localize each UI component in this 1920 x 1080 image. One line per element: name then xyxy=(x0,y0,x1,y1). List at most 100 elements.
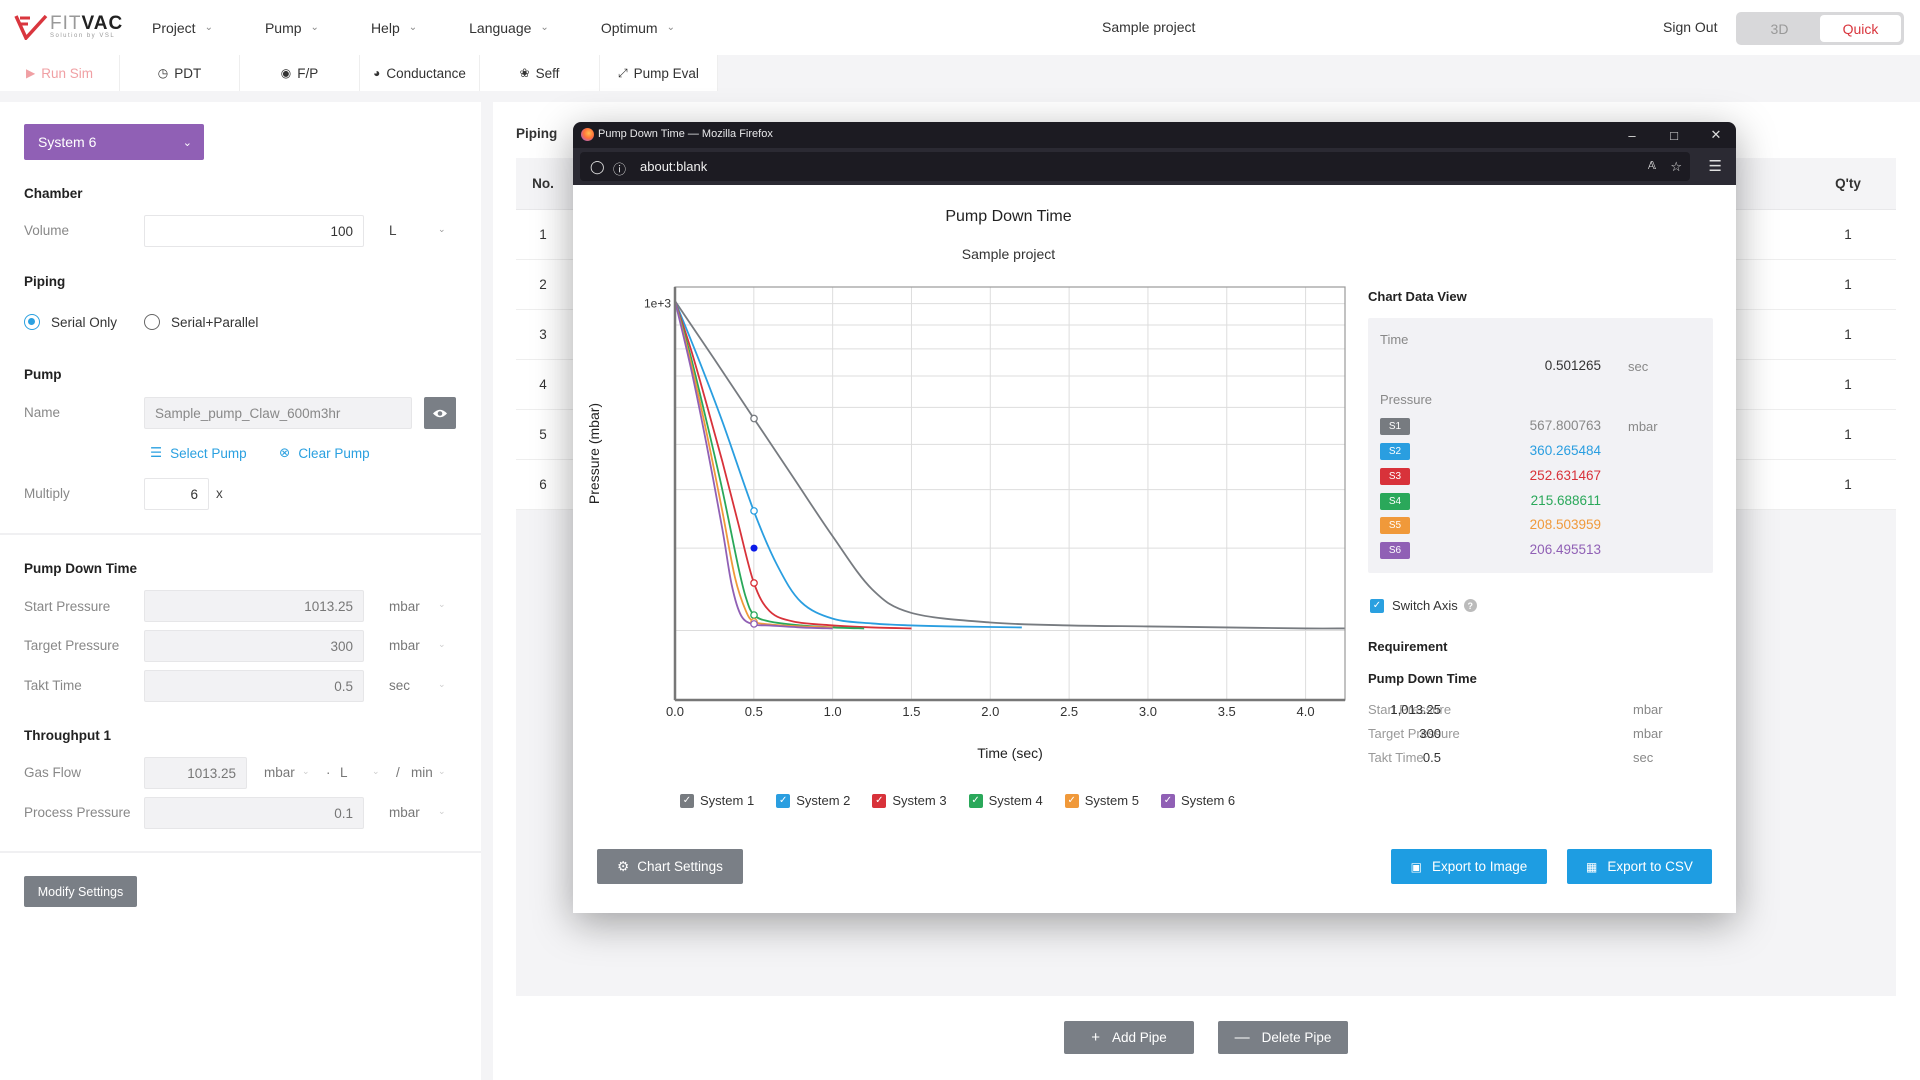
minus-icon: — xyxy=(1234,1029,1250,1046)
takt-time-unit[interactable]: sec xyxy=(389,678,410,693)
target-pressure-unit[interactable]: mbar xyxy=(389,638,420,653)
chevron-down-icon: ⌄ xyxy=(666,22,675,33)
legend-system-1[interactable]: ✓ System 1 xyxy=(680,793,754,808)
delete-pipe-button[interactable]: — Delete Pipe xyxy=(1218,1021,1348,1054)
legend-system-3[interactable]: ✓ System 3 xyxy=(872,793,947,808)
gas-flow-unit-time[interactable]: min xyxy=(411,765,433,780)
nav-pump[interactable]: Pump ⌄ xyxy=(265,20,319,36)
chevron-down-icon: ⌄ xyxy=(302,766,310,776)
pressure-value-s1: 567.800763 xyxy=(1529,418,1601,433)
legend-system-2[interactable]: ✓ System 2 xyxy=(776,793,850,808)
req-takt-time-unit: sec xyxy=(1633,750,1654,765)
x-tick-label: 4.0 xyxy=(1297,704,1315,719)
url-field[interactable]: ◯ ⓘ about:blank 𝔸 ☆ xyxy=(580,152,1690,181)
req-target-pressure-label: Target Pressure xyxy=(1368,726,1460,741)
volume-unit-select[interactable]: L xyxy=(389,223,397,238)
gas-flow-input[interactable]: 1013.25 xyxy=(144,757,247,789)
chart-settings-button[interactable]: ⚙ Chart Settings xyxy=(597,849,743,884)
process-pressure-input[interactable]: 0.1 xyxy=(144,797,364,829)
cursor-marker-s3 xyxy=(750,579,758,587)
fp-button[interactable]: ◉ F/P xyxy=(240,55,360,91)
switch-axis-checkbox[interactable]: ✓ Switch Axis ? xyxy=(1370,598,1477,613)
clear-pump-link[interactable]: ⊗ Clear Pump xyxy=(279,445,370,461)
modify-settings-button[interactable]: Modify Settings xyxy=(24,876,137,907)
project-title: Sample project xyxy=(1102,19,1196,35)
conductance-icon: ◕ xyxy=(373,66,381,80)
help-icon[interactable]: ? xyxy=(1463,599,1477,612)
nav-project[interactable]: Project ⌄ xyxy=(152,20,213,36)
series-badge-s3: S3 xyxy=(1380,468,1410,485)
mode-3d-button[interactable]: 3D xyxy=(1739,15,1820,42)
info-icon[interactable]: ⓘ xyxy=(613,159,626,178)
gas-flow-unit-volume[interactable]: L xyxy=(340,765,348,780)
nav-optimum[interactable]: Optimum ⌄ xyxy=(601,20,675,36)
window-titlebar[interactable]: Pump Down Time — Mozilla Firefox – □ ✕ xyxy=(573,122,1736,148)
pump-down-chart[interactable]: 0.0 0.5 1.0 1.5 2.0 2.5 3.0 3.5 4.0 1e+3 Time (se… xyxy=(573,185,1363,795)
pump-eval-button[interactable]: ⤢ Pump Eval xyxy=(600,55,718,91)
system-select[interactable]: System 6 ⌄ xyxy=(24,124,204,160)
pressure-value-s3: 252.631467 xyxy=(1529,468,1601,483)
add-pipe-button[interactable]: + Add Pipe xyxy=(1064,1021,1194,1054)
hamburger-menu-icon[interactable]: ☰ xyxy=(1709,157,1722,175)
list-icon: ☰ xyxy=(150,445,163,460)
y-axis-label: Pressure (mbar) xyxy=(586,403,602,504)
eye-icon xyxy=(433,409,447,417)
translate-icon[interactable]: 𝔸 xyxy=(1648,159,1656,172)
column-header-qty[interactable]: Q'ty xyxy=(1800,158,1896,209)
column-header-no[interactable]: No. xyxy=(516,158,570,209)
pump-name-field[interactable]: Sample_pump_Claw_600m3hr xyxy=(144,397,412,429)
close-icon[interactable]: ✕ xyxy=(1696,124,1736,146)
gas-flow-unit-pressure[interactable]: mbar xyxy=(264,765,295,780)
chevron-down-icon: ⌄ xyxy=(438,679,446,689)
chevron-down-icon: ⌄ xyxy=(438,224,446,234)
view-pump-button[interactable] xyxy=(424,397,456,429)
pump-title: Pump xyxy=(24,367,62,382)
fitvac-logo[interactable]: FITVAC Solution by VSL xyxy=(14,14,123,40)
target-pressure-input[interactable]: 300 xyxy=(144,630,364,662)
target-marker xyxy=(750,544,758,552)
legend-system-5[interactable]: ✓ System 5 xyxy=(1064,793,1139,808)
select-pump-link[interactable]: ☰ Select Pump xyxy=(150,445,247,461)
image-icon: ▣ xyxy=(1410,859,1423,874)
mode-quick-button[interactable]: Quick xyxy=(1820,15,1901,42)
pressure-unit: mbar xyxy=(1628,419,1658,434)
legend-system-6[interactable]: ✓ System 6 xyxy=(1160,793,1235,808)
time-label: Time xyxy=(1380,332,1409,347)
serial-parallel-radio[interactable]: Serial+Parallel xyxy=(144,314,258,330)
section-divider xyxy=(0,851,481,853)
shield-icon[interactable]: ◯ xyxy=(590,159,605,175)
multiply-input[interactable]: 6 xyxy=(144,478,209,510)
logo-word-bold: VAC xyxy=(81,13,124,34)
conductance-button[interactable]: ◕ Conductance xyxy=(360,55,480,91)
export-csv-button[interactable]: ▦ Export to CSV xyxy=(1567,849,1712,884)
nav-language[interactable]: Language ⌄ xyxy=(469,20,549,36)
start-pressure-unit[interactable]: mbar xyxy=(389,599,420,614)
gas-flow-label: Gas Flow xyxy=(24,765,82,780)
export-image-button[interactable]: ▣ Export to Image xyxy=(1391,849,1547,884)
unit-dot: · xyxy=(326,765,331,780)
table-icon: ▦ xyxy=(1586,859,1598,874)
throughput-title: Throughput 1 xyxy=(24,728,111,743)
cursor-marker-s4 xyxy=(750,611,758,619)
minimize-icon[interactable]: – xyxy=(1612,124,1652,146)
x-tick-label: 1.0 xyxy=(824,704,842,719)
clock-icon: ◷ xyxy=(157,66,169,80)
takt-time-input[interactable]: 0.5 xyxy=(144,670,364,702)
chevron-down-icon: ⌄ xyxy=(372,766,380,776)
seff-button[interactable]: ❀ Seff xyxy=(480,55,600,91)
pressure-value-s5: 208.503959 xyxy=(1529,517,1601,532)
checkbox-checked-icon: ✓ xyxy=(872,793,887,808)
chevron-down-icon: ⌄ xyxy=(438,806,446,816)
sign-out-link[interactable]: Sign Out xyxy=(1663,19,1717,35)
legend-system-4[interactable]: ✓ System 4 xyxy=(968,793,1043,808)
serial-only-radio[interactable]: Serial Only xyxy=(24,314,117,330)
nav-help[interactable]: Help ⌄ xyxy=(371,20,417,36)
volume-input[interactable]: 100 xyxy=(144,215,364,247)
req-takt-time-label: Takt Time xyxy=(1368,750,1424,765)
start-pressure-input[interactable]: 1013.25 xyxy=(144,590,364,622)
star-icon[interactable]: ☆ xyxy=(1670,159,1682,175)
maximize-icon[interactable]: □ xyxy=(1654,124,1694,146)
run-sim-button[interactable]: ▶ Run Sim xyxy=(0,55,120,91)
pdt-button[interactable]: ◷ PDT xyxy=(120,55,240,91)
process-pressure-unit[interactable]: mbar xyxy=(389,805,420,820)
